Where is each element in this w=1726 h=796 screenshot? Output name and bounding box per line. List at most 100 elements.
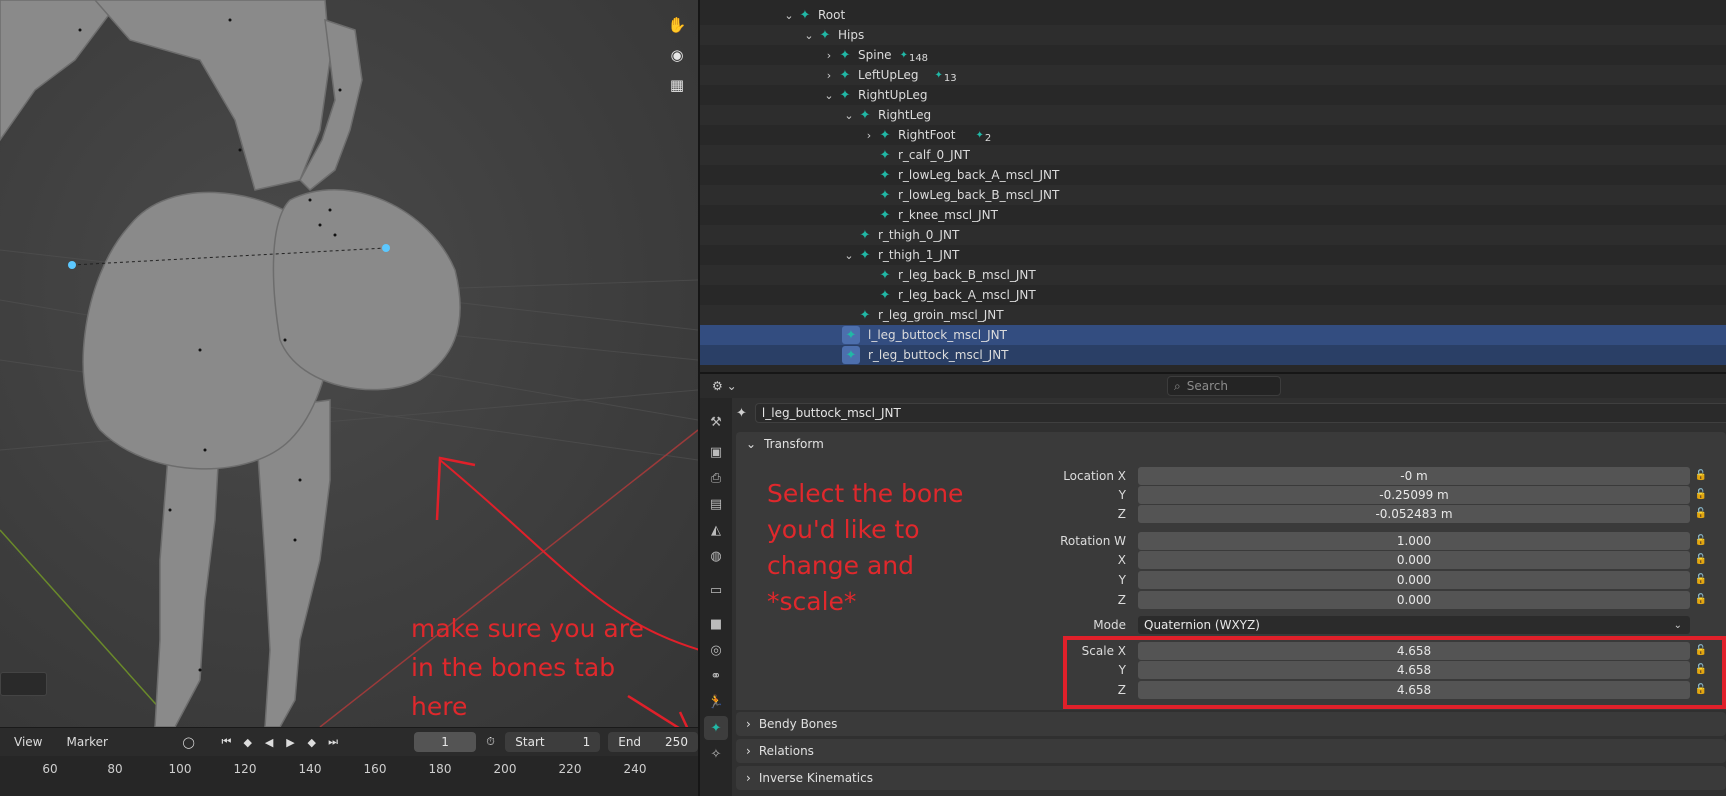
end-label: End [618, 735, 642, 749]
row-label: LeftUpLeg [858, 68, 919, 82]
play-icon[interactable]: ▶ [284, 734, 297, 750]
annotation-line: *scale* [767, 587, 857, 616]
outliner-row[interactable]: ✦ r_lowLeg_back_B_mscl_JNT [700, 185, 1726, 205]
end-frame-field[interactable]: End 250 [608, 732, 698, 752]
prev-keyframe-icon[interactable]: ◆ [241, 734, 254, 750]
camera-icon[interactable]: ◉ [664, 42, 690, 68]
chevron-down-icon[interactable]: ⌄ [782, 9, 796, 22]
row-label: RightLeg [878, 108, 932, 122]
outliner-row-selected[interactable]: ✦ l_leg_buttock_mscl_JNT [700, 325, 1726, 345]
viewport-overlay-box [0, 672, 47, 696]
tick-label: 220 [558, 762, 582, 776]
modifier-tab-icon[interactable]: ◎ [704, 638, 728, 662]
outliner-row[interactable]: ✦ r_knee_mscl_JNT [700, 205, 1726, 225]
hand-icon[interactable]: ✋ [664, 12, 690, 38]
lock-icon[interactable]: 🔓 [1694, 574, 1708, 585]
outliner-row[interactable]: ✦ r_calf_0_JNT [700, 145, 1726, 165]
chevron-down-icon[interactable]: ⌄ [822, 89, 836, 102]
chevron-down-icon[interactable]: ⌄ [842, 109, 856, 122]
outliner-row[interactable]: ✦ r_lowLeg_back_A_mscl_JNT [700, 165, 1726, 185]
search-input[interactable]: ⌕ Search [1167, 376, 1281, 396]
outliner-row-leftupleg[interactable]: › ✦ LeftUpLeg ✦ 13 [700, 65, 1726, 85]
tool-tab-icon[interactable]: ⚒ [704, 410, 728, 434]
chevron-right-icon[interactable]: › [822, 69, 836, 82]
tick-label: 240 [623, 762, 647, 776]
object-tab-icon[interactable]: ■ [704, 612, 728, 636]
outliner-row-hips[interactable]: ⌄ ✦ Hips [700, 25, 1726, 45]
panel-relations-header[interactable]: › Relations [736, 739, 1726, 763]
chevron-down-icon[interactable]: ⌄ [842, 249, 856, 262]
outliner-row-rightupleg[interactable]: ⌄ ✦ RightUpLeg [700, 85, 1726, 105]
menu-marker[interactable]: Marker [58, 733, 115, 751]
3d-viewport[interactable]: ✋ ◉ ▦ make sure you are in the bones tab… [0, 0, 698, 727]
play-reverse-icon[interactable]: ◀ [262, 734, 275, 750]
outliner-row-rightleg[interactable]: ⌄ ✦ RightLeg [700, 105, 1726, 125]
location-y-field[interactable]: -0.25099 m [1138, 486, 1690, 504]
grid-icon[interactable]: ▦ [664, 72, 690, 98]
keying-icon[interactable]: ◯ [182, 734, 195, 750]
row-label: r_leg_groin_mscl_JNT [878, 308, 1004, 322]
outliner-row[interactable]: ✦ r_leg_back_B_mscl_JNT [700, 265, 1726, 285]
search-icon: ⌕ [1174, 378, 1181, 393]
armature-tab-icon[interactable]: 🏃 [704, 690, 728, 714]
view-layer-tab-icon[interactable]: ▤ [704, 492, 728, 516]
rotation-z-field[interactable]: 0.000 [1138, 591, 1690, 609]
collection-tab-icon[interactable]: ▭ [704, 578, 728, 602]
bone-icon: ✦ [839, 47, 851, 63]
lock-icon[interactable]: 🔓 [1694, 594, 1708, 605]
timeline-ruler[interactable]: 60 80 100 120 140 160 180 200 220 240 [0, 756, 698, 796]
world-tab-icon[interactable]: ◍ [704, 544, 728, 568]
scene-tab-icon[interactable]: ◭ [704, 518, 728, 542]
rotation-w-field[interactable]: 1.000 [1138, 532, 1690, 550]
lock-icon[interactable]: 🔓 [1694, 508, 1708, 519]
lock-icon[interactable]: 🔓 [1694, 554, 1708, 565]
outliner-row[interactable]: ✦ r_leg_groin_mscl_JNT [700, 305, 1726, 325]
bone-name-field[interactable]: l_leg_buttock_mscl_JNT [754, 403, 1726, 423]
rotation-mode-dropdown[interactable]: Quaternion (WXYZ) ⌄ [1138, 616, 1690, 634]
output-tab-icon[interactable]: ⎙ [704, 466, 728, 490]
end-value: 250 [665, 735, 688, 749]
render-tab-icon[interactable]: ▣ [704, 440, 728, 464]
jump-start-icon[interactable]: ⏮ [220, 734, 233, 750]
panel-transform-header[interactable]: ⌄ Transform [736, 432, 1726, 456]
panel-title: Transform [764, 437, 824, 451]
rotation-x-field[interactable]: 0.000 [1138, 551, 1690, 569]
panel-ik-header[interactable]: › Inverse Kinematics [736, 766, 1726, 790]
location-x-field[interactable]: -0 m [1138, 467, 1690, 485]
outliner-row-selected[interactable]: ✦ r_leg_buttock_mscl_JNT [700, 345, 1726, 365]
editor-type-icon[interactable]: ⚙ ⌄ [712, 379, 737, 393]
annotation-line: make sure you are [411, 614, 644, 643]
outliner-row[interactable]: ✦ r_leg_back_A_mscl_JNT [700, 285, 1726, 305]
outliner-row-root[interactable]: ⌄ ✦ Root [700, 5, 1726, 25]
location-x-label: Location X [1063, 469, 1126, 483]
lock-icon[interactable]: 🔓 [1694, 535, 1708, 546]
lock-icon[interactable]: 🔓 [1694, 470, 1708, 481]
next-keyframe-icon[interactable]: ◆ [305, 734, 318, 750]
chevron-right-icon[interactable]: › [862, 129, 876, 142]
lock-icon[interactable]: 🔓 [1694, 489, 1708, 500]
bone-tab-icon[interactable]: ✦ [704, 716, 728, 740]
outliner-row-spine[interactable]: › ✦ Spine ✦ 148 [700, 45, 1726, 65]
panel-title: Relations [758, 744, 814, 758]
annotation-line: change and [767, 551, 914, 580]
chevron-down-icon[interactable]: ⌄ [802, 29, 816, 42]
jump-end-icon[interactable]: ⏭ [326, 734, 339, 750]
area-divider[interactable] [698, 0, 700, 796]
start-frame-field[interactable]: Start 1 [505, 732, 601, 752]
constraint-tab-icon[interactable]: ⚭ [704, 664, 728, 688]
location-z-field[interactable]: -0.052483 m [1138, 505, 1690, 523]
menu-view[interactable]: View [6, 733, 50, 751]
stopwatch-icon[interactable]: ⏱ [484, 734, 497, 750]
bone-icon: ✦ [879, 127, 891, 143]
row-label: r_calf_0_JNT [898, 148, 970, 162]
outliner-row-thigh1[interactable]: ⌄ ✦ r_thigh_1_JNT [700, 245, 1726, 265]
bone-constraint-tab-icon[interactable]: ✧ [704, 742, 728, 766]
outliner-row[interactable]: ✦ r_thigh_0_JNT [700, 225, 1726, 245]
rotation-y-field[interactable]: 0.000 [1138, 571, 1690, 589]
chevron-right-icon[interactable]: › [822, 49, 836, 62]
panel-bendy-bones-header[interactable]: › Bendy Bones [736, 712, 1726, 736]
area-divider[interactable] [700, 372, 1726, 374]
outliner-row-rightfoot[interactable]: › ✦ RightFoot ✦ 2 [700, 125, 1726, 145]
current-frame-field[interactable]: 1 [414, 732, 476, 752]
bone-icon: ✦ [859, 307, 871, 323]
